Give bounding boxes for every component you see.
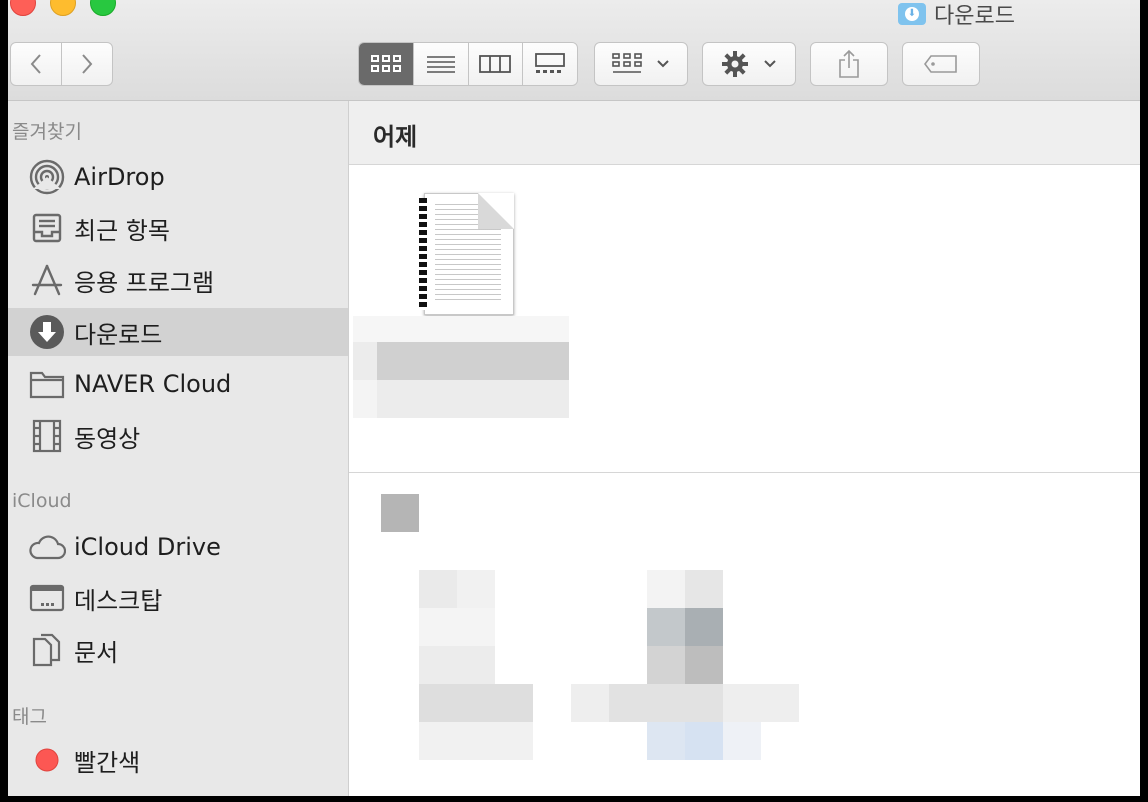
sidebar-item-label: 빨간색	[74, 748, 141, 777]
sidebar-item-label: 데스크탑	[74, 586, 163, 615]
sidebar-item-label: 응용 프로그램	[74, 268, 215, 297]
sidebar-item-desktop[interactable]: 데스크탑	[8, 574, 348, 622]
share-icon	[839, 49, 859, 78]
finder-window: ⬇ 다운로드 즐겨찾기 AirDrop 최근 항목 응용 프로그램 다운로드 N…	[8, 0, 1140, 796]
sidebar-item-label: NAVER Cloud	[74, 370, 232, 398]
sidebar: 즐겨찾기 AirDrop 최근 항목 응용 프로그램 다운로드 NAVER Cl…	[8, 101, 349, 796]
movies-icon	[28, 417, 66, 455]
gallery-view-icon	[535, 53, 566, 73]
document-binding	[419, 198, 427, 310]
recents-icon	[28, 209, 66, 247]
downloads-icon	[28, 313, 66, 351]
minimize-button[interactable]	[50, 0, 76, 16]
back-button[interactable]	[10, 42, 62, 86]
file-browser: 어제	[349, 101, 1140, 796]
share-button[interactable]	[810, 42, 888, 86]
sidebar-item-recents[interactable]: 최근 항목	[8, 204, 348, 252]
group-by-icon	[612, 53, 642, 73]
sidebar-item-label: iCloud Drive	[74, 533, 221, 561]
window-title: ⬇ 다운로드	[898, 0, 1015, 29]
window-title-label: 다운로드	[934, 4, 1015, 29]
airdrop-icon	[28, 158, 66, 196]
file-items-redacted	[353, 476, 803, 761]
sidebar-item-icloud-drive[interactable]: iCloud Drive	[8, 523, 348, 571]
tag-icon	[924, 55, 957, 73]
downloads-folder-icon: ⬇	[898, 3, 926, 25]
action-menu-button[interactable]	[702, 42, 796, 86]
file-name-redacted	[353, 316, 569, 422]
view-mode-control	[358, 42, 578, 86]
sidebar-item-documents[interactable]: 문서	[8, 626, 348, 674]
icon-view-icon	[370, 55, 401, 72]
section-header: 어제	[349, 101, 1140, 165]
sidebar-item-downloads[interactable]: 다운로드	[8, 308, 348, 356]
document-fold	[478, 193, 514, 229]
chevron-down-icon	[764, 60, 776, 68]
column-view-button[interactable]	[467, 43, 523, 85]
chevron-left-icon	[30, 54, 41, 74]
chevron-right-icon	[82, 54, 93, 74]
folder-icon	[28, 365, 66, 403]
applications-icon	[28, 261, 66, 299]
zoom-button[interactable]	[90, 0, 116, 16]
desktop-icon	[28, 579, 66, 617]
icon-view-button[interactable]	[359, 43, 413, 85]
toolbar: ⬇ 다운로드	[8, 0, 1140, 101]
sidebar-item-label: AirDrop	[74, 163, 165, 191]
forward-button[interactable]	[61, 42, 113, 86]
group-by-button[interactable]	[594, 42, 688, 86]
section-title: 어제	[373, 123, 418, 151]
sidebar-item-label: 동영상	[74, 424, 141, 453]
list-view-icon	[426, 56, 455, 73]
gear-icon	[722, 51, 748, 77]
cloud-icon	[28, 528, 66, 566]
tags-header: 태그	[12, 706, 47, 728]
sidebar-item-label: 최근 항목	[74, 216, 170, 245]
section-divider	[349, 472, 1140, 473]
red-tag-dot-icon	[28, 741, 66, 779]
list-view-button[interactable]	[412, 43, 468, 85]
document-icon	[28, 631, 66, 669]
chevron-down-icon	[657, 60, 669, 68]
close-button[interactable]	[10, 0, 36, 16]
sidebar-item-movies[interactable]: 동영상	[8, 412, 348, 460]
favorites-header: 즐겨찾기	[12, 121, 82, 143]
sidebar-item-tag-red[interactable]: 빨간색	[8, 736, 348, 784]
sidebar-item-applications[interactable]: 응용 프로그램	[8, 256, 348, 304]
sidebar-item-label: 다운로드	[74, 320, 163, 349]
sidebar-item-airdrop[interactable]: AirDrop	[8, 153, 348, 201]
sidebar-item-naver-cloud[interactable]: NAVER Cloud	[8, 360, 348, 408]
column-view-icon	[479, 55, 512, 73]
file-item-document[interactable]	[419, 193, 514, 315]
icloud-header: iCloud	[12, 490, 72, 512]
gallery-view-button[interactable]	[522, 43, 577, 85]
tag-button[interactable]	[902, 42, 980, 86]
sidebar-item-label: 문서	[74, 638, 119, 667]
